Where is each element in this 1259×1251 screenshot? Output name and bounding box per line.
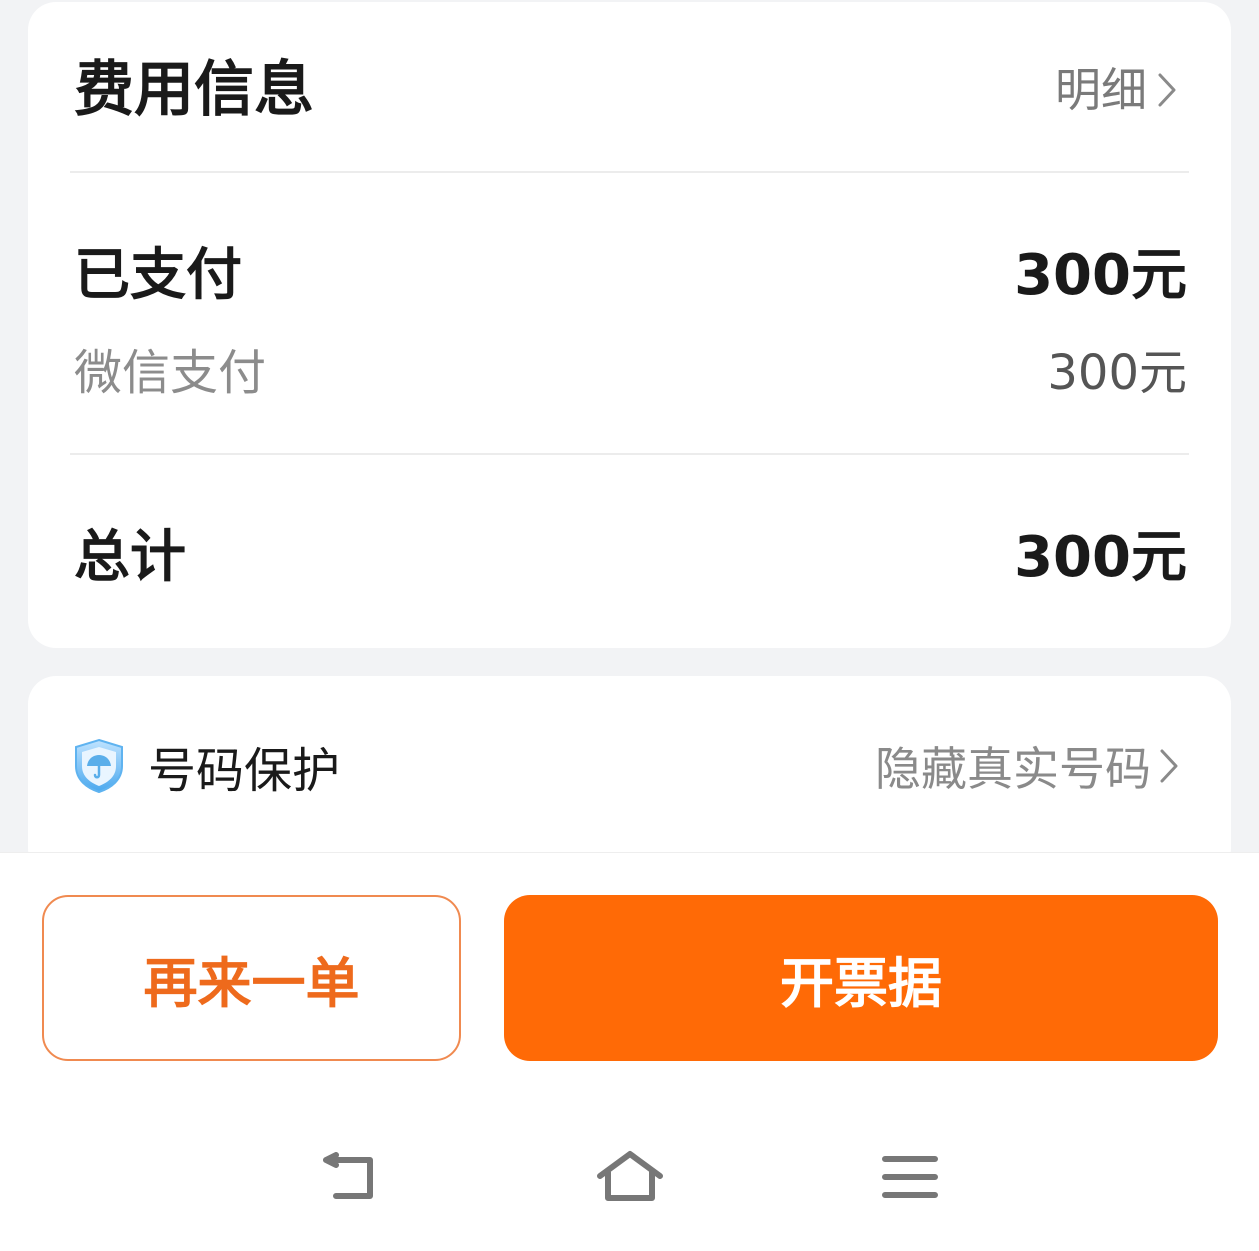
divider [70, 453, 1189, 455]
nav-menu-button[interactable] [870, 1147, 950, 1207]
total-row: 总计 300元 [74, 516, 1187, 590]
paid-row: 已支付 300元 [74, 234, 1187, 308]
wechat-pay-label: 微信支付 [74, 345, 267, 401]
paid-amount: 300元 [1014, 242, 1187, 308]
number-protection-row[interactable]: 号码保护 隐藏真实号码 [72, 733, 1179, 799]
back-icon [323, 1152, 373, 1199]
chevron-right-icon [1160, 749, 1178, 783]
fee-title: 费用信息 [74, 55, 314, 125]
total-amount: 300元 [1014, 524, 1187, 590]
bottom-action-bar: 再来一单 开票据 [0, 852, 1259, 1251]
nav-home-button[interactable] [590, 1147, 670, 1207]
shield-umbrella-icon [75, 738, 123, 794]
number-protection-card: 号码保护 隐藏真实号码 [28, 676, 1231, 876]
paid-label: 已支付 [74, 242, 242, 308]
home-icon [597, 1151, 663, 1201]
system-navigation-bar [0, 1147, 1259, 1207]
fee-header: 费用信息 明细 [28, 2, 1231, 172]
wechat-pay-row: 微信支付 300元 [74, 338, 1187, 401]
nav-back-button[interactable] [310, 1147, 390, 1207]
divider [70, 171, 1189, 173]
chevron-right-icon [1158, 73, 1176, 107]
wechat-pay-amount: 300元 [1047, 345, 1187, 401]
number-protection-label: 号码保护 [148, 743, 341, 799]
fee-info-card: 费用信息 明细 已支付 300元 微信支付 300元 总计 300元 [28, 2, 1231, 648]
issue-invoice-button[interactable]: 开票据 [504, 895, 1218, 1061]
menu-icon [882, 1156, 938, 1198]
detail-link-label: 明细 [1055, 63, 1147, 117]
reorder-button[interactable]: 再来一单 [42, 895, 461, 1061]
hide-real-number-label: 隐藏真实号码 [875, 742, 1151, 796]
hide-real-number-value: 隐藏真实号码 [875, 733, 1179, 799]
total-label: 总计 [74, 524, 186, 590]
detail-link[interactable]: 明细 [1055, 62, 1177, 118]
